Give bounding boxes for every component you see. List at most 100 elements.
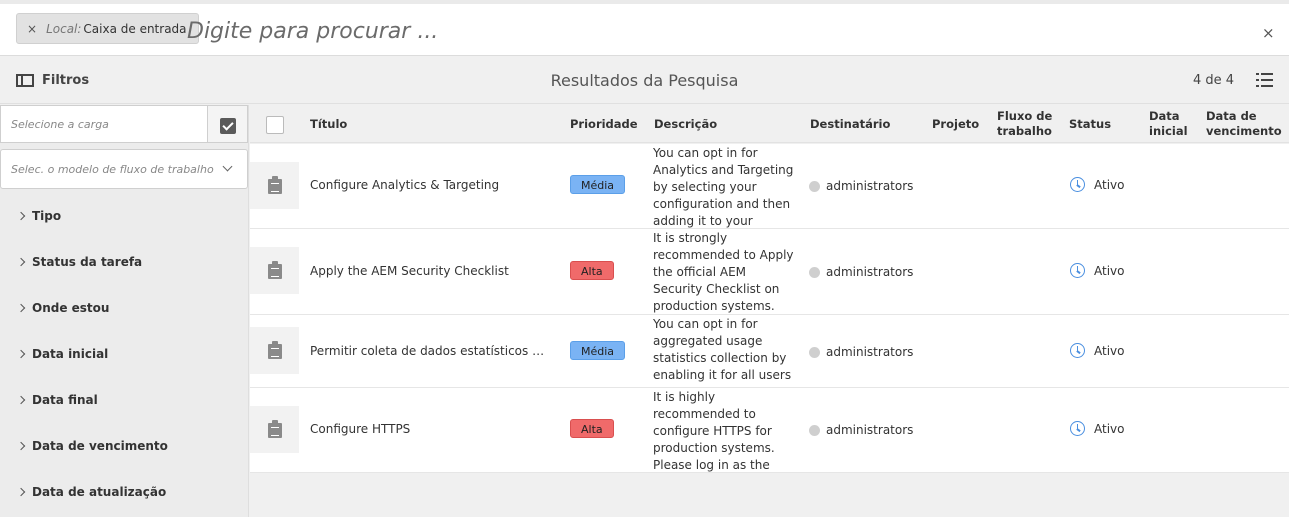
priority-badge: Média	[570, 175, 626, 194]
status-label: Ativo	[1094, 263, 1125, 278]
chevron-down-icon	[222, 161, 233, 172]
facet-label: Status da tarefa	[32, 255, 143, 269]
cargo-input[interactable]	[0, 105, 208, 143]
results-table: Título Prioridade Descrição Destinatário…	[250, 105, 1289, 517]
facet-data-de-atualizacao[interactable]: Data de atualização	[16, 485, 166, 499]
facet-label: Onde estou	[32, 301, 110, 315]
row-title[interactable]: Permitir coleta de dados estatísticos de…	[310, 344, 550, 358]
table-row[interactable]: Configure HTTPS Alta It is highly recomm…	[250, 388, 1289, 473]
column-header-due-line1: Data de	[1206, 109, 1257, 123]
facet-label: Tipo	[32, 209, 62, 223]
facet-label: Data de vencimento	[32, 439, 168, 453]
column-header-start-line1: Data	[1149, 109, 1180, 123]
table-row[interactable]: Apply the AEM Security Checklist Alta It…	[250, 229, 1289, 315]
priority-badge: Média	[570, 341, 626, 360]
chevron-right-icon	[16, 303, 26, 313]
assignee-name: administrators	[826, 265, 914, 279]
chevron-right-icon	[16, 487, 26, 497]
chevron-right-icon	[16, 211, 26, 221]
clipboard-icon	[268, 261, 282, 279]
avatar	[809, 346, 820, 358]
select-all-checkbox[interactable]	[266, 116, 284, 134]
search-bar: × Local: Caixa de entrada ×	[0, 0, 1289, 56]
column-header-priority[interactable]: Prioridade	[570, 117, 638, 132]
checkbox-icon	[220, 118, 236, 134]
workflow-model-placeholder: Selec. o modelo de fluxo de trabalho	[11, 162, 214, 176]
row-thumbnail[interactable]	[250, 162, 299, 209]
facet-onde-estou[interactable]: Onde estou	[16, 301, 110, 315]
row-status: Ativo	[1070, 343, 1124, 358]
page-title: Resultados da Pesquisa	[550, 71, 739, 90]
column-header-start-line2: inicial	[1149, 124, 1188, 138]
row-description: It is strongly recommended to Apply the …	[653, 231, 794, 313]
assignee-name: administrators	[826, 345, 914, 359]
column-header-assignee[interactable]: Destinatário	[810, 117, 890, 132]
column-header-status[interactable]: Status	[1069, 117, 1111, 132]
row-assignee: administrators	[809, 423, 913, 437]
row-description: It is highly recommended to configure HT…	[653, 390, 775, 472]
row-thumbnail[interactable]	[250, 327, 299, 374]
avatar	[809, 180, 820, 192]
chevron-right-icon	[16, 349, 26, 359]
table-row[interactable]: Permitir coleta de dados estatísticos de…	[250, 315, 1289, 388]
column-header-description[interactable]: Descrição	[654, 117, 717, 132]
list-view-icon[interactable]	[1256, 73, 1273, 88]
row-description: You can opt in for aggregated usage stat…	[653, 317, 792, 382]
clock-icon	[1070, 343, 1085, 358]
row-status: Ativo	[1070, 263, 1124, 278]
clipboard-icon	[268, 341, 282, 359]
filters-sidebar: Selec. o modelo de fluxo de trabalho Tip…	[0, 105, 249, 517]
clock-icon	[1070, 263, 1085, 278]
assignee-name: administrators	[826, 179, 914, 193]
column-header-workflow-line1: Fluxo de	[997, 109, 1053, 123]
chevron-right-icon	[16, 395, 26, 405]
status-label: Ativo	[1094, 343, 1125, 358]
facet-status-da-tarefa[interactable]: Status da tarefa	[16, 255, 143, 269]
workflow-model-select[interactable]: Selec. o modelo de fluxo de trabalho	[0, 149, 248, 189]
table-row[interactable]: Configure Analytics & Targeting Média Yo…	[250, 144, 1289, 229]
facet-label: Data final	[32, 393, 98, 407]
row-status: Ativo	[1070, 177, 1124, 192]
row-assignee: administrators	[809, 179, 913, 193]
avatar	[809, 424, 820, 436]
priority-badge: Alta	[570, 419, 614, 438]
row-thumbnail[interactable]	[250, 247, 299, 294]
clock-icon	[1070, 421, 1085, 436]
row-assignee: administrators	[809, 265, 913, 279]
results-header: Filtros Resultados da Pesquisa 4 de 4	[0, 56, 1289, 104]
row-thumbnail[interactable]	[250, 406, 299, 453]
tag-value: Caixa de entrada	[83, 21, 187, 36]
column-header-title[interactable]: Título	[310, 117, 347, 132]
close-search-icon[interactable]: ×	[1262, 24, 1275, 42]
status-label: Ativo	[1094, 177, 1125, 192]
chevron-right-icon	[16, 441, 26, 451]
search-input[interactable]	[187, 16, 1227, 46]
facet-data-de-vencimento[interactable]: Data de vencimento	[16, 439, 168, 453]
results-count: 4 de 4	[1193, 73, 1235, 88]
column-header-due-line2: vencimento	[1206, 124, 1282, 138]
table-header: Título Prioridade Descrição Destinatário…	[250, 105, 1289, 143]
row-status: Ativo	[1070, 421, 1124, 436]
row-title[interactable]: Configure Analytics & Targeting	[310, 178, 550, 192]
facet-tipo[interactable]: Tipo	[16, 209, 62, 223]
column-header-workflow-line2: trabalho	[997, 124, 1052, 138]
chevron-right-icon	[16, 257, 26, 267]
facet-data-final[interactable]: Data final	[16, 393, 98, 407]
row-title[interactable]: Apply the AEM Security Checklist	[310, 264, 550, 278]
location-tag[interactable]: × Local: Caixa de entrada	[16, 13, 199, 44]
clipboard-icon	[268, 176, 282, 194]
status-label: Ativo	[1094, 421, 1125, 436]
avatar	[809, 266, 820, 278]
facet-data-inicial[interactable]: Data inicial	[16, 347, 109, 361]
facet-label: Data inicial	[32, 347, 109, 361]
column-header-workflow[interactable]: Fluxo de trabalho	[997, 109, 1052, 139]
column-header-due-date[interactable]: Data de vencimento	[1206, 109, 1282, 139]
tag-key: Local:	[46, 21, 82, 36]
remove-tag-icon[interactable]: ×	[27, 22, 37, 36]
column-header-start-date[interactable]: Data inicial	[1149, 109, 1188, 139]
column-header-project[interactable]: Projeto	[932, 117, 979, 132]
cargo-select-button[interactable]	[208, 105, 248, 143]
row-title[interactable]: Configure HTTPS	[310, 422, 550, 436]
priority-badge: Alta	[570, 261, 614, 280]
clipboard-icon	[268, 420, 282, 438]
